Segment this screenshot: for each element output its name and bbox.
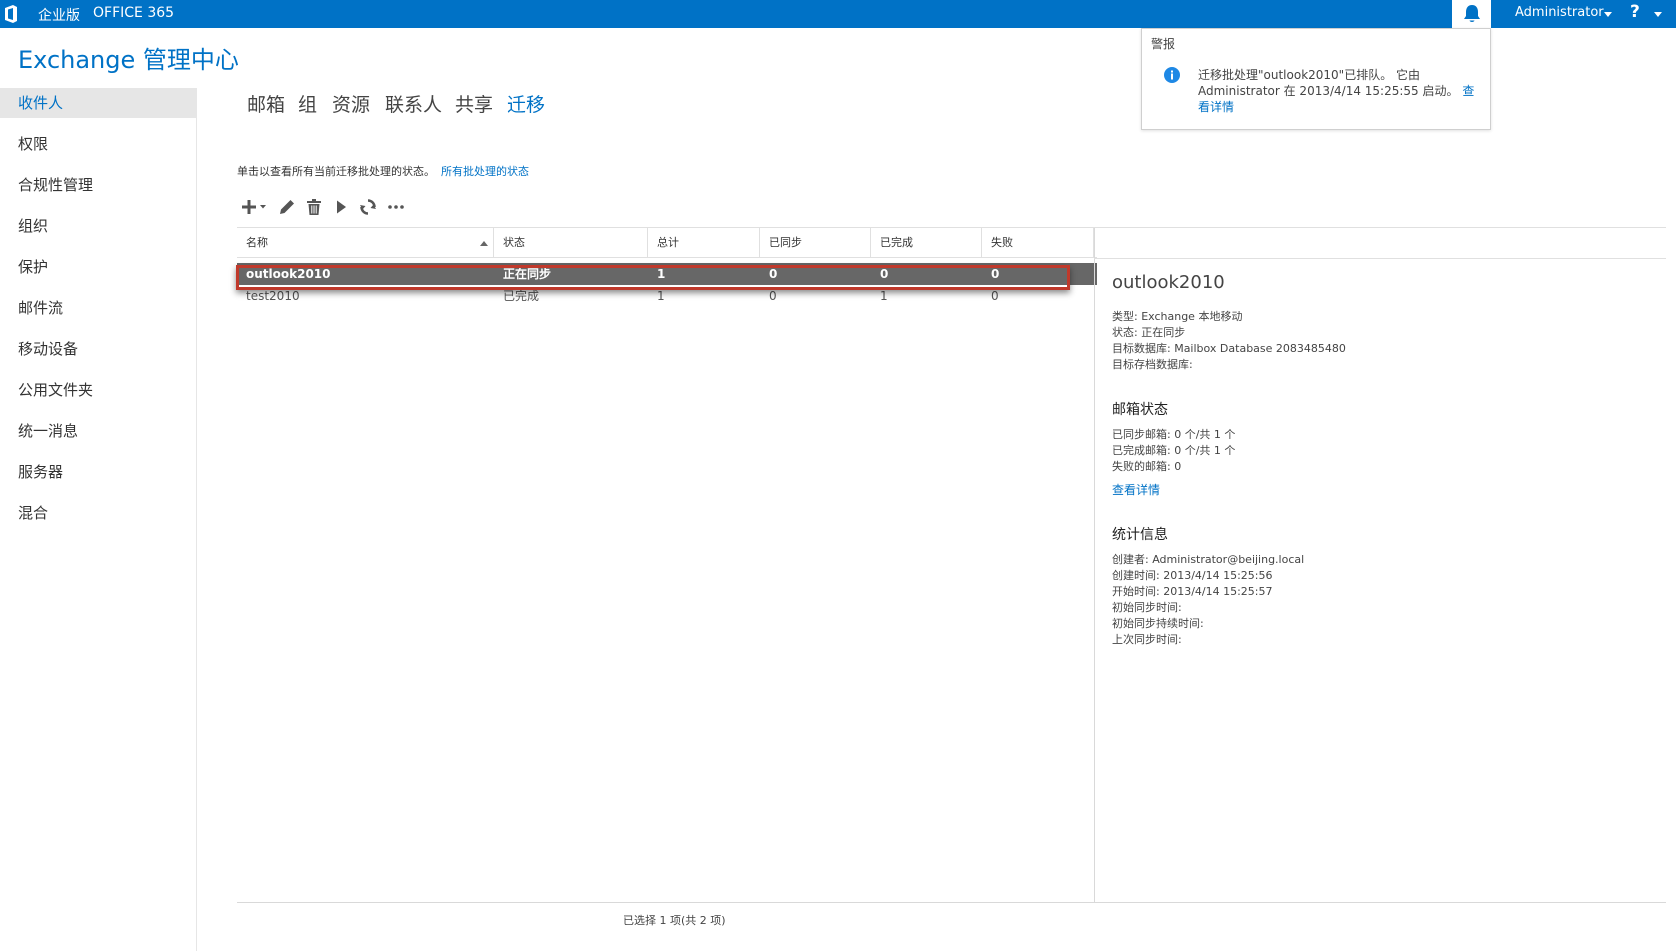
sort-ascending-icon[interactable] xyxy=(480,241,488,246)
edition-label[interactable]: 企业版 xyxy=(38,5,80,25)
view-details-link[interactable]: 查看详情 xyxy=(1112,481,1652,498)
alert-message: 迁移批处理"outlook2010"已排队。 它由 Administrator … xyxy=(1198,67,1483,115)
sidebar-item-unified-messaging[interactable]: 统一消息 xyxy=(0,416,197,446)
sidebar-item-protection[interactable]: 保护 xyxy=(0,252,197,282)
start-icon[interactable] xyxy=(330,196,354,218)
office365-link[interactable]: OFFICE 365 xyxy=(93,5,174,21)
office-logo-icon[interactable] xyxy=(4,5,20,23)
info-icon xyxy=(1164,67,1180,87)
tab-resources[interactable]: 资源 xyxy=(332,90,370,117)
synced-mailboxes: 已同步邮箱: 0 个/共 1 个 xyxy=(1112,428,1236,441)
column-header-status[interactable]: 状态 xyxy=(494,228,648,257)
column-header-finalized[interactable]: 已完成 xyxy=(871,228,982,257)
details-target-archive-database: 目标存档数据库: xyxy=(1112,358,1193,371)
details-header-line-bottom xyxy=(1094,258,1666,259)
statistics-heading: 统计信息 xyxy=(1112,527,1168,543)
tab-migration[interactable]: 迁移 xyxy=(507,90,545,117)
app-title: Exchange 管理中心 xyxy=(18,46,239,74)
tab-mailboxes[interactable]: 邮箱 xyxy=(247,90,285,117)
notifications-button[interactable] xyxy=(1452,0,1491,28)
add-icon[interactable] xyxy=(240,196,270,218)
info-line: 单击以查看所有当前迁移批处理的状态。 所有批处理的状态 xyxy=(237,163,529,179)
alert-message-text: 迁移批处理"outlook2010"已排队。 它由 Administrator … xyxy=(1198,68,1459,98)
mailbox-status-heading: 邮箱状态 xyxy=(1112,402,1168,418)
details-type: 类型: Exchange 本地移动 xyxy=(1112,310,1243,323)
bell-icon xyxy=(1464,5,1480,22)
sidebar-item-servers[interactable]: 服务器 xyxy=(0,457,197,487)
selection-status: 已选择 1 项(共 2 项) xyxy=(623,914,726,927)
delete-icon[interactable] xyxy=(303,196,327,218)
column-header-total[interactable]: 总计 xyxy=(648,228,760,257)
details-header-line xyxy=(1094,227,1666,228)
top-bar: 企业版 OFFICE 365 Administrator ? xyxy=(0,0,1676,28)
sidebar-item-compliance[interactable]: 合规性管理 xyxy=(0,170,197,200)
created-by: 创建者: Administrator@beijing.local xyxy=(1112,553,1305,566)
user-menu-caret-icon[interactable] xyxy=(1604,12,1612,17)
details-target-database: 目标数据库: Mailbox Database 2083485480 xyxy=(1112,342,1346,355)
user-menu[interactable]: Administrator xyxy=(1515,5,1604,20)
alert-title: 警报 xyxy=(1151,37,1176,51)
selected-row-highlight xyxy=(236,265,1070,290)
info-text: 单击以查看所有当前迁移批处理的状态。 xyxy=(237,165,435,178)
initial-sync-duration: 初始同步持续时间: xyxy=(1112,617,1204,630)
column-header-failed[interactable]: 失败 xyxy=(982,228,1094,257)
start-time: 开始时间: 2013/4/14 15:25:57 xyxy=(1112,585,1273,598)
tab-sharing[interactable]: 共享 xyxy=(455,90,493,117)
finalized-mailboxes: 已完成邮箱: 0 个/共 1 个 xyxy=(1112,444,1236,457)
pane-divider xyxy=(1094,227,1095,902)
table-header: 名称 状态 总计 已同步 已完成 失败 xyxy=(237,227,1097,258)
tab-groups[interactable]: 组 xyxy=(298,90,317,117)
sidebar: 收件人 权限 合规性管理 组织 保护 邮件流 移动设备 公用文件夹 统一消息 服… xyxy=(0,88,197,951)
last-sync-time: 上次同步时间: xyxy=(1112,633,1182,646)
sidebar-item-public-folders[interactable]: 公用文件夹 xyxy=(0,375,197,405)
more-icon[interactable] xyxy=(385,196,409,218)
refresh-icon[interactable] xyxy=(357,196,381,218)
sidebar-item-organization[interactable]: 组织 xyxy=(0,211,197,241)
edit-icon[interactable] xyxy=(276,196,300,218)
all-batches-status-link[interactable]: 所有批处理的状态 xyxy=(441,165,529,178)
details-title: outlook2010 xyxy=(1112,272,1225,293)
column-header-synced[interactable]: 已同步 xyxy=(760,228,871,257)
details-status: 状态: 正在同步 xyxy=(1112,326,1186,339)
footer-divider xyxy=(237,902,1666,903)
tab-contacts[interactable]: 联系人 xyxy=(385,90,442,117)
alert-popup: 警报 迁移批处理"outlook2010"已排队。 它由 Administrat… xyxy=(1141,28,1491,130)
failed-mailboxes: 失败的邮箱: 0 xyxy=(1112,460,1182,473)
sidebar-item-recipients[interactable]: 收件人 xyxy=(0,88,197,118)
help-button[interactable]: ? xyxy=(1630,2,1640,22)
details-pane: outlook2010 类型: Exchange 本地移动 状态: 正在同步 目… xyxy=(1112,272,1652,648)
help-caret-icon[interactable] xyxy=(1654,12,1662,17)
sidebar-item-mail-flow[interactable]: 邮件流 xyxy=(0,293,197,323)
sidebar-item-hybrid[interactable]: 混合 xyxy=(0,498,197,528)
created-time: 创建时间: 2013/4/14 15:25:56 xyxy=(1112,569,1273,582)
column-header-name[interactable]: 名称 xyxy=(237,228,494,257)
initial-sync-time: 初始同步时间: xyxy=(1112,601,1182,614)
sidebar-item-mobile[interactable]: 移动设备 xyxy=(0,334,197,364)
sidebar-item-permissions[interactable]: 权限 xyxy=(0,129,197,159)
